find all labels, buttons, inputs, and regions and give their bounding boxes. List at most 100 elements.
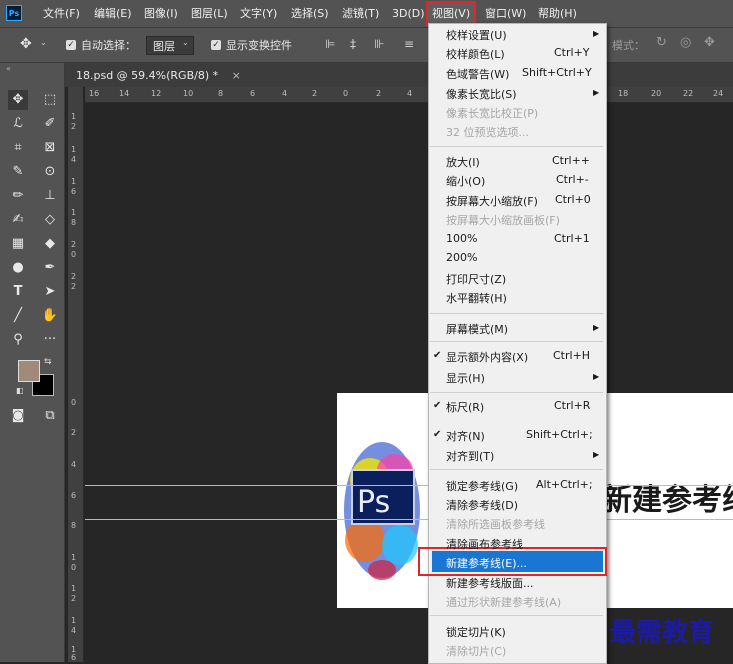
menu-3d[interactable]: 3D(D)	[392, 0, 425, 27]
clone-stamp-tool-icon[interactable]: ⊥	[40, 186, 60, 206]
menu-item-extras[interactable]: 显示额外内容(X)	[446, 349, 528, 365]
auto-select-checkbox[interactable]: ✓	[66, 40, 76, 50]
menu-item-100-percent[interactable]: 100%	[446, 232, 477, 245]
frame-tool-icon[interactable]: ⊠	[40, 138, 60, 158]
shortcut: Ctrl+0	[555, 193, 591, 206]
auto-select-label: 自动选择：	[81, 39, 136, 52]
document-tab[interactable]: 18.psd @ 59.4%(RGB/8) * ×	[70, 64, 247, 87]
checkmark-icon: ✔	[433, 400, 442, 411]
move-tool-icon[interactable]: ✥	[8, 90, 28, 110]
guide-line-bottom[interactable]	[85, 519, 733, 520]
menu-item-lock-slices[interactable]: 锁定切片(K)	[446, 624, 506, 640]
zoom-tool-icon[interactable]: ⚲	[8, 330, 28, 350]
document-tab-title: 18.psd @ 59.4%(RGB/8) *	[76, 69, 219, 82]
foreground-color-swatch[interactable]	[18, 360, 40, 382]
hand-tool-icon[interactable]: ✋	[40, 306, 60, 326]
menu-item-clear-artboard-guides[interactable]: 清除所选画板参考线	[446, 516, 545, 532]
brush-tool-icon[interactable]: ✏	[8, 186, 28, 206]
ruler-label: 22	[683, 89, 694, 98]
guide-line-top[interactable]	[85, 485, 733, 486]
submenu-arrow-icon: ▶	[593, 372, 600, 381]
menu-separator	[430, 469, 603, 470]
ruler-label: 1	[71, 145, 77, 154]
menu-item-new-guide-layout[interactable]: 新建参考线版面...	[446, 575, 534, 591]
more-tools-icon[interactable]: ···	[40, 330, 60, 350]
ruler-label: 4	[71, 460, 77, 469]
ruler-label: 6	[71, 491, 77, 500]
history-brush-tool-icon[interactable]: ✍	[8, 210, 28, 230]
dodge-tool-icon[interactable]: ●	[8, 258, 28, 278]
menu-select[interactable]: 选择(S)	[291, 0, 329, 27]
menu-file[interactable]: 文件(F)	[43, 0, 80, 27]
3d-pan-icon[interactable]: ✥	[704, 35, 715, 50]
menu-type[interactable]: 文字(Y)	[240, 0, 277, 27]
quick-select-tool-icon[interactable]: ✐	[40, 114, 60, 134]
menu-item-screen-mode[interactable]: 屏幕模式(M)	[446, 321, 508, 337]
menu-item-lock-guides[interactable]: 锁定参考线(G)	[446, 478, 518, 494]
blur-tool-icon[interactable]: ◆	[40, 234, 60, 254]
menu-item-gamut-warning[interactable]: 色域警告(W)	[446, 66, 509, 82]
ruler-label: 0	[71, 398, 77, 407]
menu-item-clear-canvas-guides[interactable]: 清除画布参考线	[446, 536, 523, 552]
default-colors-icon[interactable]: ◧	[16, 386, 24, 395]
healing-brush-tool-icon[interactable]: ⊙	[40, 162, 60, 182]
align-center-icon[interactable]: ‡	[350, 37, 356, 51]
ruler-label: 1	[71, 112, 77, 121]
menu-item-200-percent[interactable]: 200%	[446, 251, 477, 264]
gradient-tool-icon[interactable]: ▦	[8, 234, 28, 254]
menu-item-print-size[interactable]: 打印尺寸(Z)	[446, 271, 506, 287]
menu-item-fit-on-screen[interactable]: 按屏幕大小缩放(F)	[446, 193, 538, 209]
3d-orbit-icon[interactable]: ↻	[656, 35, 667, 50]
eyedropper-tool-icon[interactable]: ✎	[8, 162, 28, 182]
crop-tool-icon[interactable]: ⌗	[8, 138, 28, 158]
menu-item-fit-artboard[interactable]: 按屏幕大小缩放画板(F)	[446, 212, 560, 228]
menu-item-flip-horizontal[interactable]: 水平翻转(H)	[446, 290, 507, 306]
align-left-icon[interactable]: ⊫	[325, 37, 335, 51]
vertical-ruler[interactable]	[68, 102, 84, 662]
menu-item-clear-guides[interactable]: 清除参考线(D)	[446, 497, 518, 513]
chevron-down-icon[interactable]: ⌄	[40, 38, 47, 47]
move-tool-icon[interactable]: ✥	[20, 36, 32, 52]
menu-item-pixel-aspect-ratio[interactable]: 像素长宽比(S)	[446, 86, 517, 102]
menu-item-clear-slices[interactable]: 清除切片(C)	[446, 643, 506, 659]
menu-item-new-guides-from-shape[interactable]: 通过形状新建参考线(A)	[446, 594, 561, 610]
ruler-label: 24	[713, 89, 724, 98]
shortcut: Ctrl+H	[553, 349, 591, 362]
menu-item-32bit-preview[interactable]: 32 位预览选项...	[446, 124, 529, 140]
line-tool-icon[interactable]: ╱	[8, 306, 28, 326]
menu-item-pixel-aspect-correction[interactable]: 像素长宽比校正(P)	[446, 105, 538, 121]
align-top-icon[interactable]: ≡	[404, 37, 414, 51]
show-transform-checkbox[interactable]: ✓	[211, 40, 221, 50]
swap-colors-icon[interactable]: ⇆	[44, 357, 52, 367]
collapse-icon[interactable]: «	[6, 64, 11, 73]
menu-edit[interactable]: 编辑(E)	[94, 0, 132, 27]
3d-roll-icon[interactable]: ◎	[680, 35, 691, 50]
eraser-tool-icon[interactable]: ◇	[40, 210, 60, 230]
align-right-icon[interactable]: ⊪	[374, 37, 384, 51]
menu-filter[interactable]: 滤镜(T)	[342, 0, 379, 27]
pen-tool-icon[interactable]: ✒	[40, 258, 60, 278]
menu-item-proof-colors[interactable]: 校样颜色(L)	[446, 46, 505, 62]
ruler-label: 2	[71, 122, 77, 131]
menu-item-snap[interactable]: 对齐(N)	[446, 428, 485, 444]
watermark-text: 最需教育	[610, 618, 715, 648]
menu-item-zoom-in[interactable]: 放大(I)	[446, 154, 480, 170]
marquee-tool-icon[interactable]: ⬚	[40, 90, 60, 110]
menu-item-zoom-out[interactable]: 缩小(O)	[446, 173, 485, 189]
menu-image[interactable]: 图像(I)	[144, 0, 178, 27]
menu-layer[interactable]: 图层(L)	[191, 0, 228, 27]
menu-item-new-guide[interactable]: 新建参考线(E)...	[446, 555, 527, 571]
screen-mode-icon[interactable]: ⧉	[40, 406, 60, 426]
menu-item-show[interactable]: 显示(H)	[446, 370, 485, 386]
submenu-arrow-icon: ▶	[593, 88, 600, 97]
quick-mask-icon[interactable]: ◙	[8, 406, 28, 426]
close-icon[interactable]: ×	[232, 69, 241, 82]
shortcut: Ctrl+R	[554, 399, 591, 412]
menu-item-rulers[interactable]: 标尺(R)	[446, 399, 484, 415]
type-tool-icon[interactable]: T	[8, 282, 28, 302]
menu-item-proof-setup[interactable]: 校样设置(U)	[446, 27, 507, 43]
menu-item-snap-to[interactable]: 对齐到(T)	[446, 448, 494, 464]
lasso-tool-icon[interactable]: ℒ	[8, 114, 28, 134]
ruler-label: 2	[71, 282, 77, 291]
path-selection-tool-icon[interactable]: ➤	[40, 282, 60, 302]
